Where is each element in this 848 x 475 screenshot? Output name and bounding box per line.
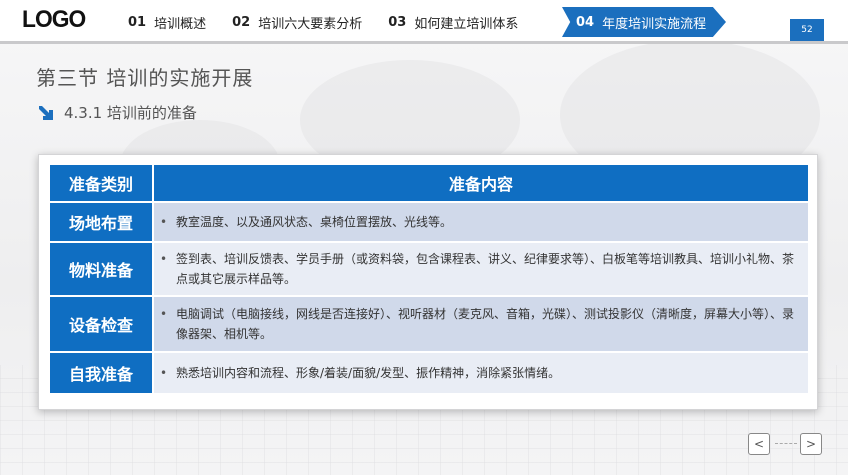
nav-number: 01 (128, 14, 147, 30)
bullet-icon: • (160, 366, 168, 380)
nav-label: 年度培训实施流程 (602, 16, 707, 32)
nav-number: 04 (576, 14, 595, 30)
header-bar: LOGO 01 培训概述 02 培训六大要素分析 03 如何建立培训体系 04 … (0, 0, 848, 44)
row-content-text: 电脑调试（电脑接线，网线是否连接好）、视听器材（麦克风、音箱，光碟）、测试投影仪… (176, 307, 795, 341)
row-category: 设备检查 (50, 297, 154, 351)
column-header-content: 准备内容 (154, 165, 808, 201)
arrow-down-right-icon (39, 105, 53, 120)
bullet-icon: • (160, 215, 168, 229)
nav-item-03[interactable]: 03 如何建立培训体系 (388, 7, 518, 37)
row-content-text: 教室温度、以及通风状态、桌椅位置摆放、光线等。 (176, 215, 453, 229)
nav-item-04-active[interactable]: 04 年度培训实施流程 (562, 7, 726, 37)
section-nav: 01 培训概述 02 培训六大要素分析 03 如何建立培训体系 04 年度培训实… (128, 0, 726, 44)
row-content: • 教室温度、以及通风状态、桌椅位置摆放、光线等。 (154, 203, 808, 241)
nav-number: 03 (388, 14, 407, 30)
bullet-icon: • (160, 307, 168, 321)
table-header-row: 准备类别 准备内容 (50, 165, 808, 201)
pager-divider (775, 443, 797, 444)
nav-label: 培训概述 (154, 16, 207, 32)
nav-label: 如何建立培训体系 (414, 16, 519, 32)
table-row: 设备检查 • 电脑调试（电脑接线，网线是否连接好）、视听器材（麦克风、音箱，光碟… (50, 297, 808, 351)
row-category: 物料准备 (50, 243, 154, 295)
sub-title-text: 4.3.1 培训前的准备 (64, 104, 197, 122)
page-number-badge: 52 (790, 19, 824, 41)
row-content: • 熟悉培训内容和流程、形象/着装/面貌/发型、振作精神，消除紧张情绪。 (154, 353, 808, 393)
previous-page-button[interactable]: < (748, 433, 770, 455)
row-content-text: 熟悉培训内容和流程、形象/着装/面貌/发型、振作精神，消除紧张情绪。 (176, 366, 561, 380)
chevron-right-icon: > (805, 437, 817, 451)
logo: LOGO (22, 6, 86, 33)
row-content-text: 签到表、培训反馈表、学员手册（或资料袋，包含课程表、讲义、纪律要求等）、白板笔等… (176, 252, 795, 286)
row-content: • 电脑调试（电脑接线，网线是否连接好）、视听器材（麦克风、音箱，光碟）、测试投… (154, 297, 808, 351)
column-header-category: 准备类别 (50, 165, 154, 201)
next-page-button[interactable]: > (800, 433, 822, 455)
preparation-table: 准备类别 准备内容 场地布置 • 教室温度、以及通风状态、桌椅位置摆放、光线等。… (50, 163, 808, 395)
nav-number: 02 (232, 14, 251, 30)
sub-title: 4.3.1 培训前的准备 (36, 102, 197, 123)
table-row: 场地布置 • 教室温度、以及通风状态、桌椅位置摆放、光线等。 (50, 203, 808, 241)
nav-item-02[interactable]: 02 培训六大要素分析 (232, 7, 362, 37)
preparation-table-card: 准备类别 准备内容 场地布置 • 教室温度、以及通风状态、桌椅位置摆放、光线等。… (38, 154, 818, 410)
slide: LOGO 01 培训概述 02 培训六大要素分析 03 如何建立培训体系 04 … (0, 0, 848, 475)
table-row: 自我准备 • 熟悉培训内容和流程、形象/着装/面貌/发型、振作精神，消除紧张情绪… (50, 353, 808, 393)
bullet-icon: • (160, 252, 168, 266)
nav-label: 培训六大要素分析 (258, 16, 363, 32)
chevron-left-icon: < (753, 437, 765, 451)
row-category: 场地布置 (50, 203, 154, 241)
row-category: 自我准备 (50, 353, 154, 393)
section-title: 第三节 培训的实施开展 (36, 66, 254, 90)
table-row: 物料准备 • 签到表、培训反馈表、学员手册（或资料袋，包含课程表、讲义、纪律要求… (50, 243, 808, 295)
row-content: • 签到表、培训反馈表、学员手册（或资料袋，包含课程表、讲义、纪律要求等）、白板… (154, 243, 808, 295)
nav-item-01[interactable]: 01 培训概述 (128, 7, 206, 37)
